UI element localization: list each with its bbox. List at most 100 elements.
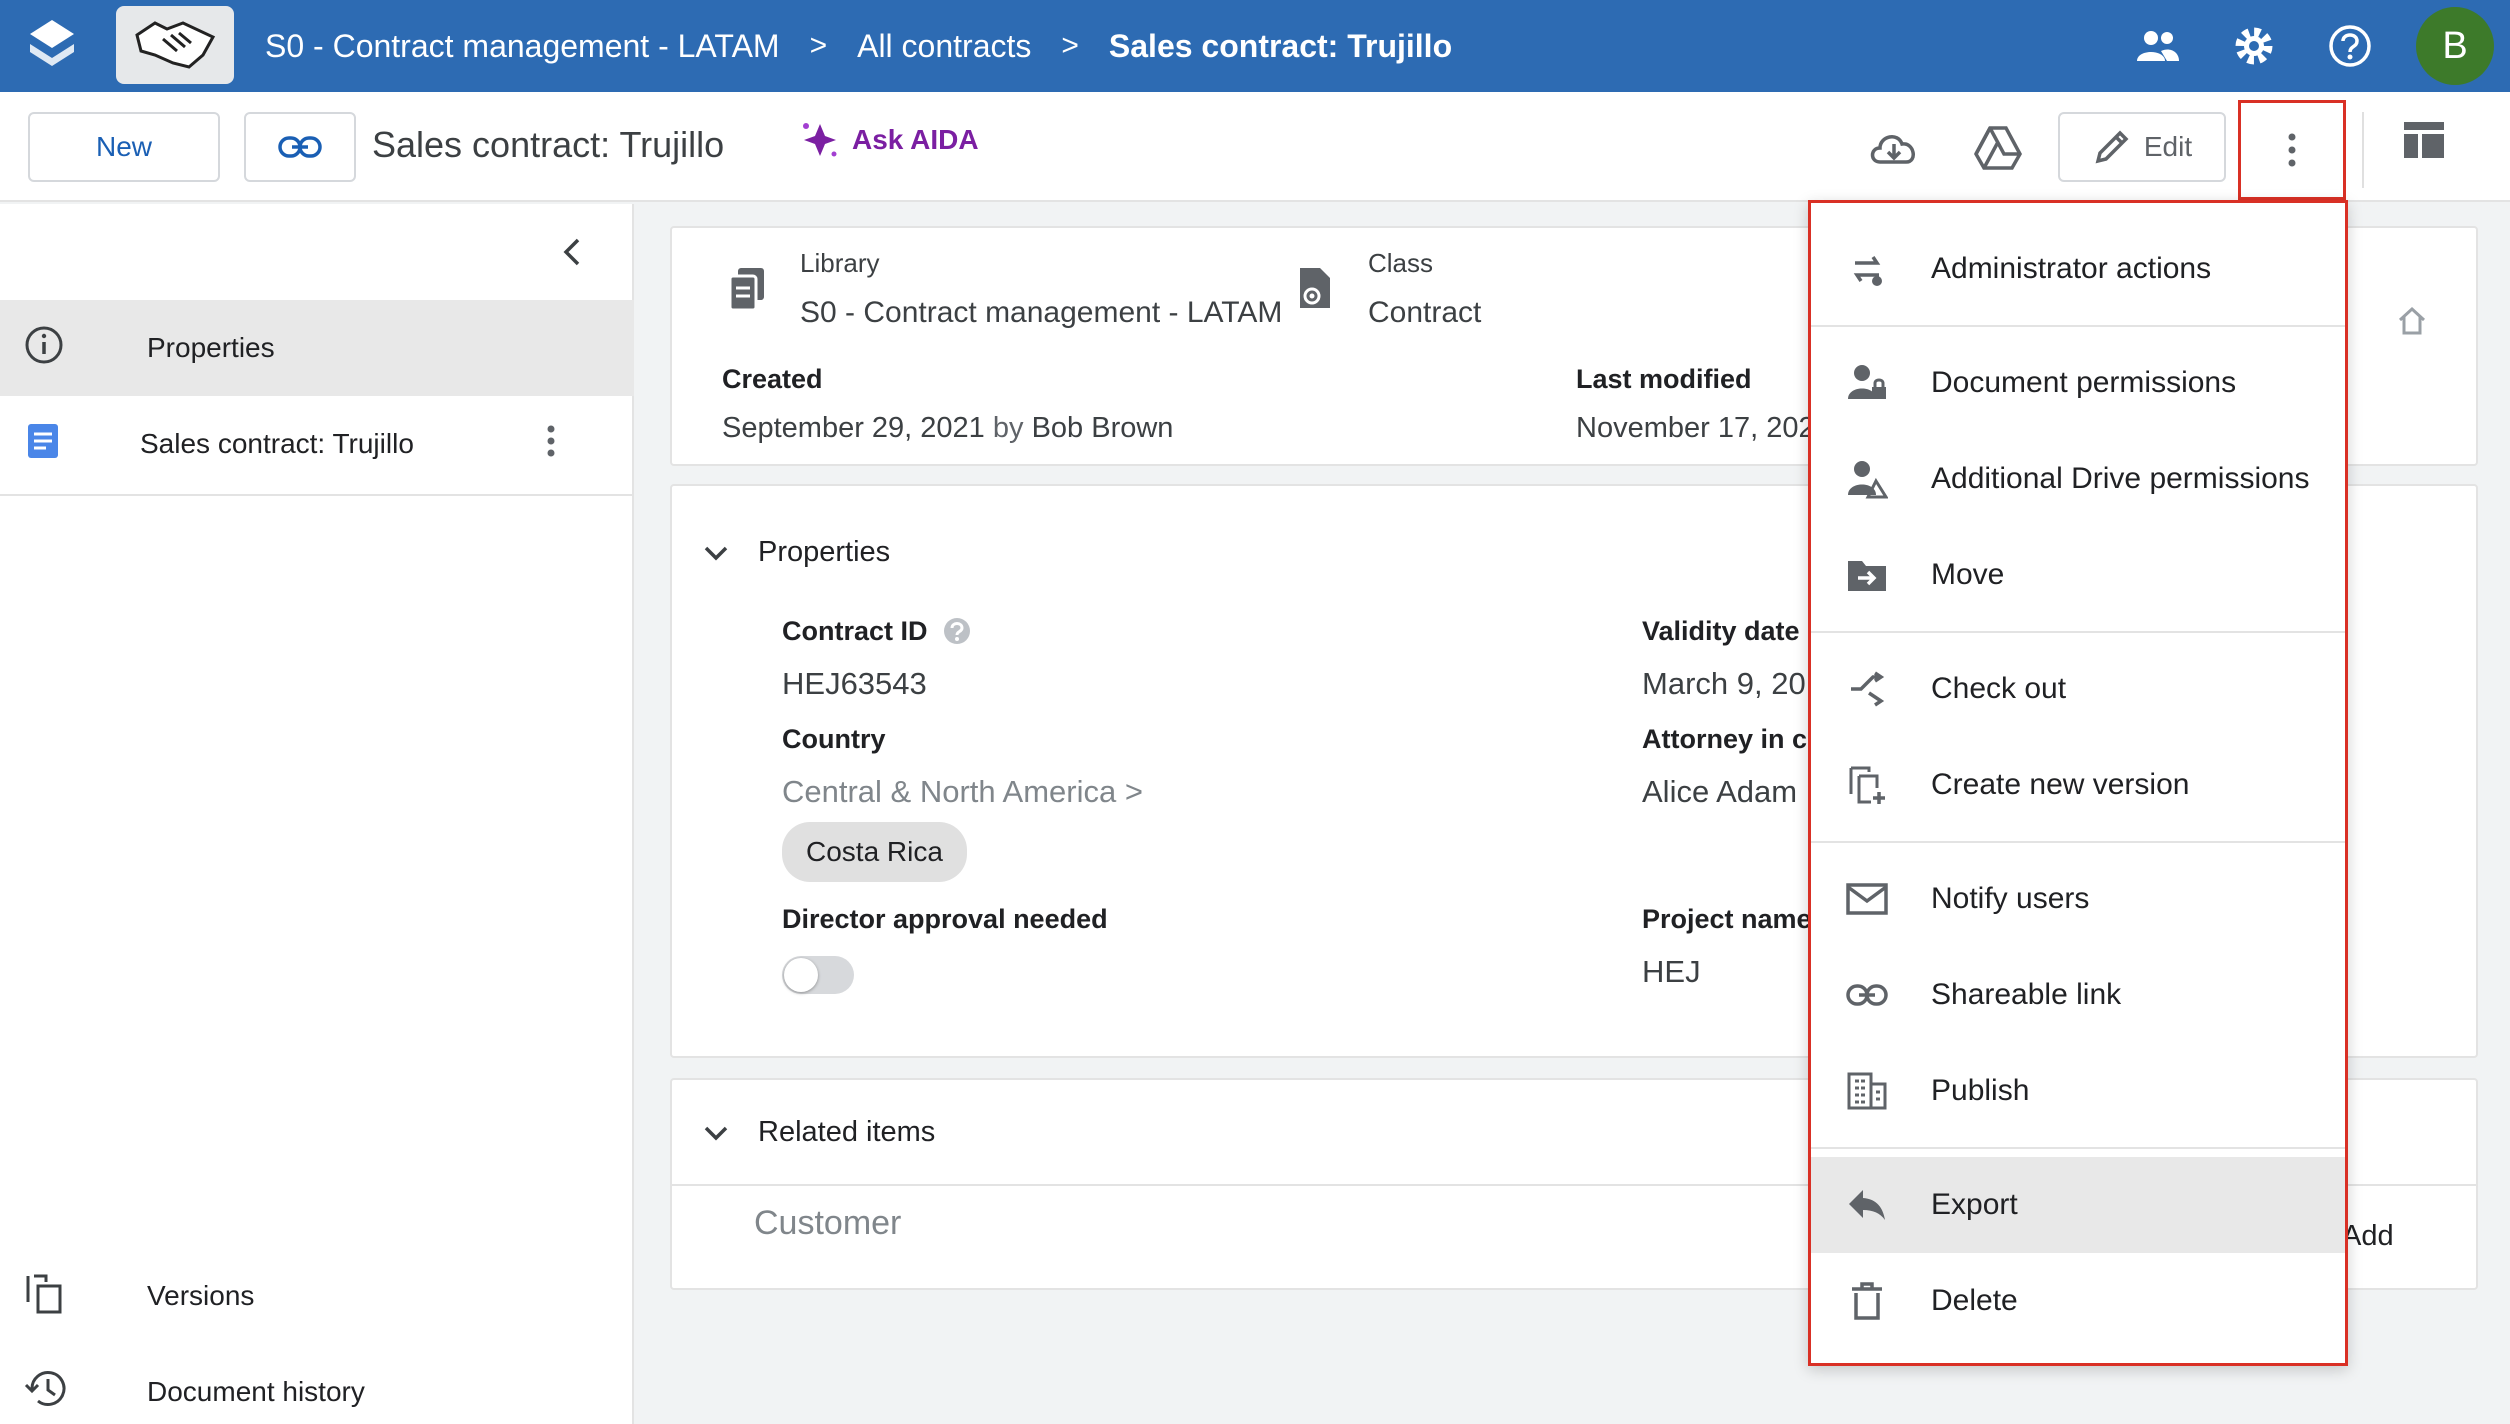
country-path[interactable]: Central & North America > <box>782 774 1143 810</box>
home-icon[interactable] <box>2396 306 2428 341</box>
related-items-title[interactable]: Related items <box>758 1116 935 1149</box>
layout-panel-icon[interactable] <box>2404 122 2444 163</box>
person-drive-icon <box>1843 455 1891 503</box>
handshake-icon <box>135 21 216 69</box>
country-label: Country <box>782 724 886 754</box>
created-label: Created <box>722 364 823 394</box>
history-icon <box>24 1369 66 1416</box>
users-icon[interactable] <box>2128 16 2188 76</box>
menu-item-shareable-link[interactable]: Shareable link <box>1811 947 2345 1043</box>
chevron-down-icon[interactable] <box>702 544 730 569</box>
chevron-down-icon[interactable] <box>702 1124 730 1149</box>
menu-item-label: Notify users <box>1931 882 2090 915</box>
avatar[interactable]: B <box>2416 7 2494 85</box>
menu-item-label: Check out <box>1931 672 2067 705</box>
menu-item-export[interactable]: Export <box>1811 1157 2345 1253</box>
person-lock-icon <box>1843 359 1891 407</box>
versions-icon <box>24 1272 64 1321</box>
modified-label: Last modified <box>1576 364 1752 394</box>
toolbar: New Sales contract: Trujillo Ask AIDA Ed… <box>0 92 2510 202</box>
edit-button[interactable]: Edit <box>2058 112 2226 182</box>
cloud-download-icon[interactable] <box>1864 118 1924 178</box>
add-button[interactable]: Add <box>2342 1220 2394 1253</box>
help-icon[interactable] <box>942 616 972 651</box>
sparkle-icon <box>803 123 837 157</box>
library-label: Library <box>800 248 880 278</box>
country-chip[interactable]: Costa Rica <box>782 822 967 882</box>
breadcrumb-all-contracts[interactable]: All contracts <box>857 28 1031 65</box>
reply-arrow-icon <box>1843 1181 1891 1229</box>
sidebar-item-history[interactable]: Document history <box>0 1344 634 1424</box>
contract-id-label: Contract ID <box>782 616 928 646</box>
sidebar-divider <box>0 494 634 496</box>
menu-item-label: Create new version <box>1931 768 2190 801</box>
class-label: Class <box>1368 248 1434 278</box>
help-icon[interactable] <box>2320 16 2380 76</box>
new-button[interactable]: New <box>28 112 220 182</box>
gear-icon[interactable] <box>2224 16 2284 76</box>
menu-divider <box>1811 631 2345 633</box>
breadcrumb-library[interactable]: S0 - Contract management - LATAM <box>265 28 780 65</box>
menu-item-notify-users[interactable]: Notify users <box>1811 851 2345 947</box>
document-class-icon <box>1296 266 1336 317</box>
menu-item-administrator-actions[interactable]: Administrator actions <box>1811 221 2345 317</box>
director-approval-label: Director approval needed <box>782 904 1108 934</box>
menu-item-label: Shareable link <box>1931 978 2122 1011</box>
ask-aida-button[interactable]: Ask AIDA <box>800 120 979 160</box>
menu-divider <box>1811 841 2345 843</box>
new-version-icon <box>1843 761 1891 809</box>
library-value[interactable]: S0 - Contract management - LATAM <box>800 296 1282 330</box>
project-name-label: Project name <box>1642 904 1812 934</box>
check-out-icon <box>1843 665 1891 713</box>
copy-link-button[interactable] <box>244 112 356 182</box>
google-drive-icon[interactable] <box>1968 118 2028 178</box>
menu-item-label: Publish <box>1931 1074 2030 1107</box>
more-vertical-icon <box>2288 133 2296 167</box>
menu-item-move[interactable]: Move <box>1811 527 2345 623</box>
sidebar-item-properties[interactable]: Properties <box>0 300 634 396</box>
trash-icon <box>1843 1277 1891 1325</box>
sidebar-item-label: Versions <box>147 1280 255 1311</box>
library-thumbnail[interactable] <box>116 6 234 84</box>
menu-item-additional-drive-permissions[interactable]: Additional Drive permissions <box>1811 431 2345 527</box>
created-by-word: by <box>992 412 1024 444</box>
link-icon <box>1843 971 1891 1019</box>
link-icon <box>278 136 322 158</box>
edit-label: Edit <box>2143 131 2193 162</box>
director-approval-toggle[interactable] <box>782 956 854 994</box>
ask-aida-label: Ask AIDA <box>852 124 979 155</box>
sidebar-item-document[interactable]: Sales contract: Trujillo <box>0 396 634 492</box>
menu-item-label: Additional Drive permissions <box>1931 462 2310 495</box>
contract-id-value: HEJ63543 <box>782 666 927 701</box>
menu-item-delete[interactable]: Delete <box>1811 1253 2345 1349</box>
menu-item-label: Move <box>1931 558 2005 591</box>
toolbar-divider <box>2362 112 2364 188</box>
menu-divider <box>1811 1147 2345 1149</box>
menu-item-label: Administrator actions <box>1931 252 2212 285</box>
sidebar-item-label: Document history <box>147 1376 365 1407</box>
menu-item-label: Delete <box>1931 1284 2018 1317</box>
sidebar-item-versions[interactable]: Versions <box>0 1248 634 1344</box>
menu-item-create-new-version[interactable]: Create new version <box>1811 737 2345 833</box>
properties-section-title[interactable]: Properties <box>758 536 890 569</box>
chevron-left-icon[interactable] <box>560 234 584 275</box>
modified-value: November 17, 202 <box>1576 412 1815 444</box>
chevron-right-icon: > <box>809 29 828 62</box>
menu-item-label: Document permissions <box>1931 366 2237 399</box>
created-by: Bob Brown <box>1031 412 1174 444</box>
mail-icon <box>1843 875 1891 923</box>
admin-sync-icon <box>1843 245 1891 293</box>
document-title: Sales contract: Trujillo <box>372 124 725 165</box>
more-vertical-icon[interactable] <box>546 424 556 465</box>
app-logo-icon[interactable] <box>26 18 78 74</box>
chevron-right-icon: > <box>1061 29 1079 62</box>
menu-item-check-out[interactable]: Check out <box>1811 641 2345 737</box>
document-icon <box>26 422 60 467</box>
folder-move-icon <box>1843 551 1891 599</box>
attorney-value: Alice Adam <box>1642 774 1798 809</box>
pencil-icon <box>2095 130 2129 164</box>
menu-item-publish[interactable]: Publish <box>1811 1043 2345 1139</box>
project-name-value: HEJ <box>1642 954 1701 989</box>
more-actions-button[interactable] <box>2238 100 2346 200</box>
menu-item-document-permissions[interactable]: Document permissions <box>1811 335 2345 431</box>
